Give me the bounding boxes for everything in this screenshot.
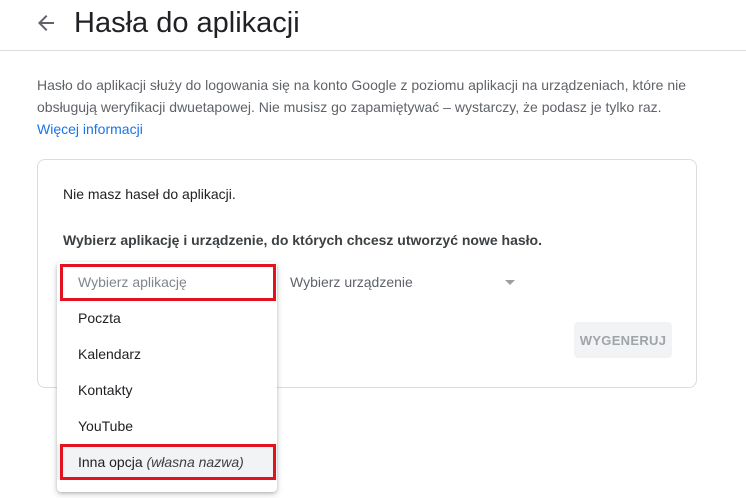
app-select-dropdown: Wybierz aplikację Poczta Kalendarz Konta…: [57, 262, 277, 492]
option-custom-label: Inna opcja: [78, 454, 143, 470]
option-custom[interactable]: Inna opcja (własna nazwa): [57, 444, 277, 480]
device-select[interactable]: Wybierz urządzenie: [290, 272, 520, 296]
option-custom-hint: (własna nazwa): [146, 454, 244, 470]
description: Hasło do aplikacji służy do logowania si…: [37, 74, 697, 140]
dropdown-arrow-icon: [505, 280, 515, 285]
option-kalendarz[interactable]: Kalendarz: [57, 336, 277, 372]
no-passwords-text: Nie masz haseł do aplikacji.: [63, 186, 236, 202]
description-text: Hasło do aplikacji służy do logowania si…: [37, 77, 687, 115]
page-title: Hasła do aplikacji: [74, 7, 300, 39]
option-kontakty[interactable]: Kontakty: [57, 372, 277, 408]
option-poczta[interactable]: Poczta: [57, 300, 277, 336]
choose-prompt: Wybierz aplikację i urządzenie, do który…: [63, 232, 542, 248]
option-youtube[interactable]: YouTube: [57, 408, 277, 444]
page-header: Hasła do aplikacji: [0, 0, 746, 51]
generate-button[interactable]: WYGENERUJ: [574, 322, 672, 358]
app-select-placeholder[interactable]: Wybierz aplikację: [57, 264, 277, 300]
back-arrow-icon[interactable]: [34, 11, 58, 35]
device-select-label: Wybierz urządzenie: [290, 274, 413, 290]
more-info-link[interactable]: Więcej informacji: [37, 121, 143, 137]
